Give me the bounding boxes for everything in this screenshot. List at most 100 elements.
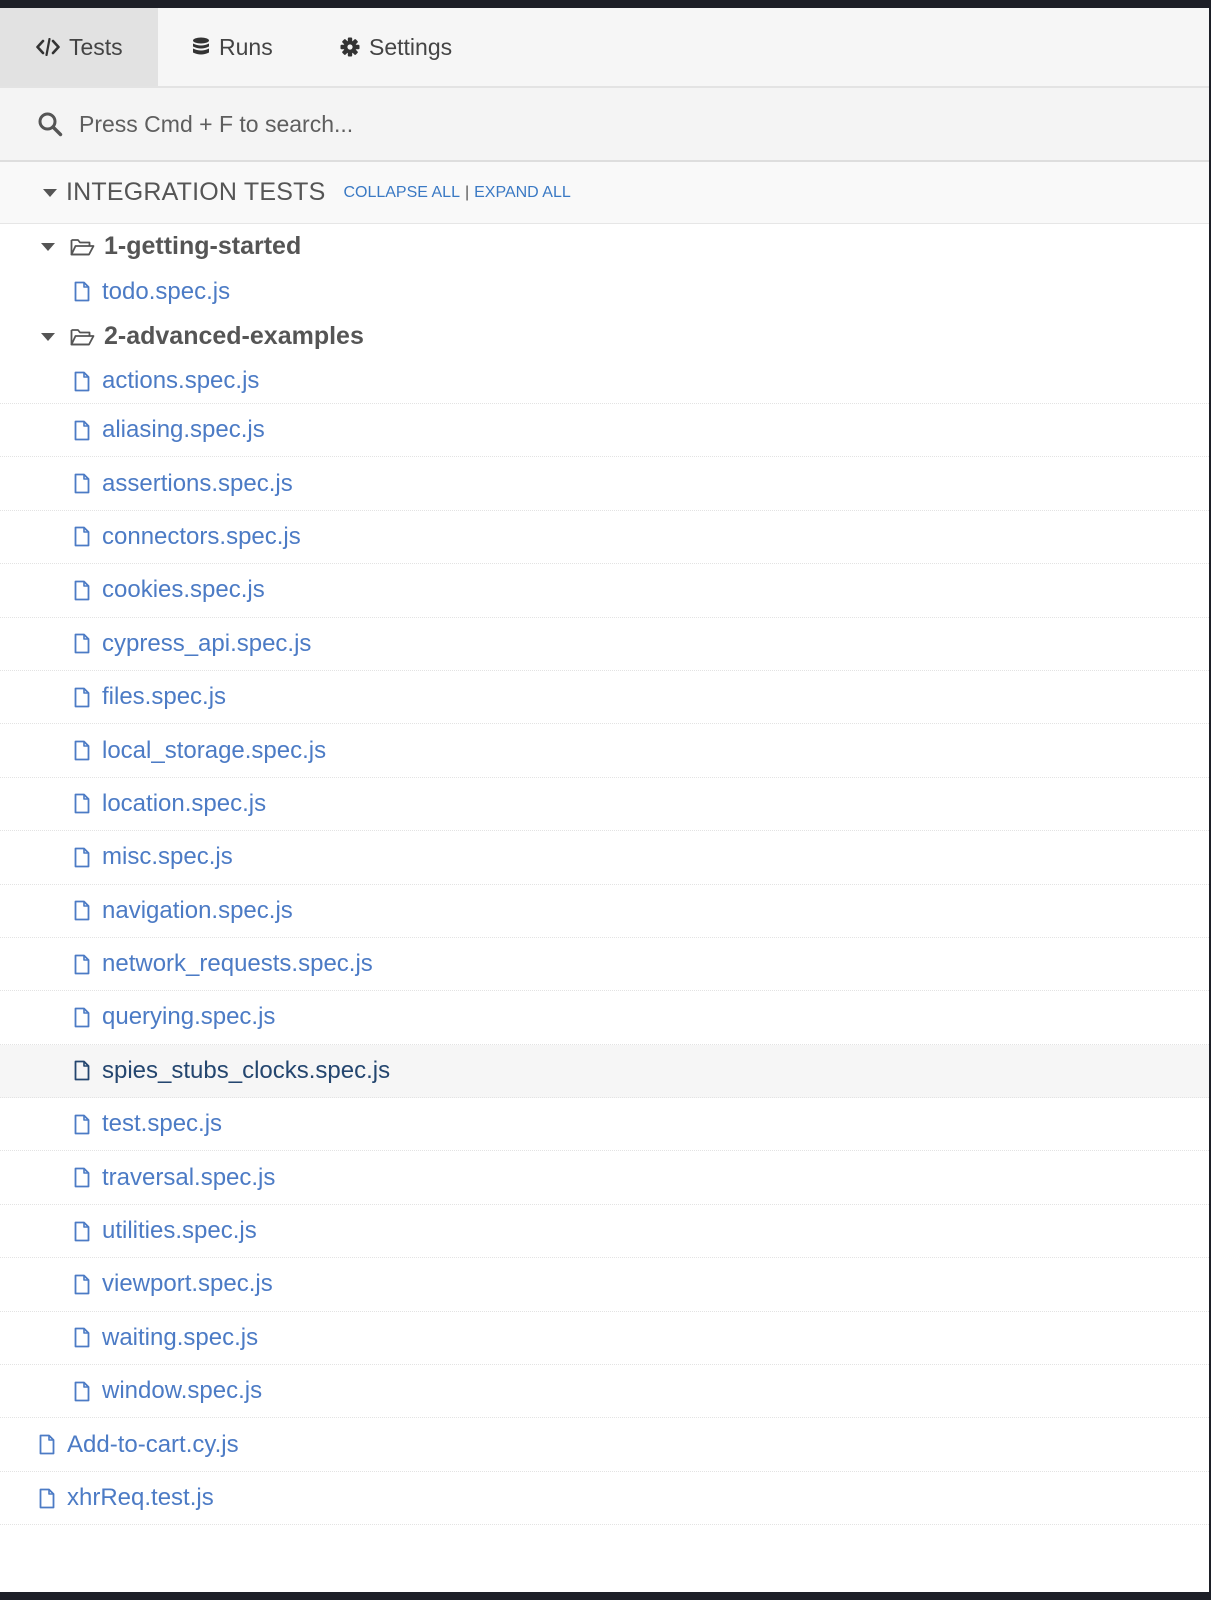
spec-file-row[interactable]: xhrReq.test.js [0,1472,1209,1526]
spec-file-row[interactable]: misc.spec.js [0,831,1209,885]
search-icon [37,111,63,137]
file-icon [74,847,90,868]
file-icon [74,1114,90,1135]
spec-file-row[interactable]: assertions.spec.js [0,457,1209,511]
file-icon [39,1488,55,1509]
caret-down-icon[interactable] [41,242,55,251]
spec-file-row[interactable]: Add-to-cart.cy.js [0,1418,1209,1472]
spec-file-name: querying.spec.js [102,1003,276,1031]
file-icon [74,740,90,761]
spec-file-row[interactable]: files.spec.js [0,671,1209,725]
spec-file-row[interactable]: viewport.spec.js [0,1258,1209,1312]
database-icon [192,37,210,57]
file-icon [74,371,90,392]
spec-file-name: waiting.spec.js [102,1323,259,1351]
window-top-edge [0,0,1211,8]
caret-down-icon[interactable] [41,332,55,341]
tab-tests-label: Tests [69,33,123,60]
file-icon [74,420,90,441]
file-icon [74,1007,90,1028]
spec-file-name: location.spec.js [102,789,267,817]
spec-file-name: local_storage.spec.js [102,736,327,764]
tab-tests[interactable]: Tests [0,8,158,86]
code-icon [36,38,60,56]
file-icon [74,1274,90,1295]
spec-file-name: traversal.spec.js [102,1163,276,1191]
link-separator: | [464,183,470,201]
spec-file-name: network_requests.spec.js [102,950,373,978]
folder-open-icon [70,328,95,346]
spec-file-name: xhrReq.test.js [67,1484,214,1511]
file-icon [74,954,90,975]
spec-file-row[interactable]: network_requests.spec.js [0,938,1209,992]
section-header: INTEGRATION TESTS COLLAPSE ALL | EXPAND … [0,162,1209,224]
spec-file-row[interactable]: spies_stubs_clocks.spec.js [0,1044,1209,1099]
spec-file-name: Add-to-cart.cy.js [67,1430,239,1458]
file-icon [74,1167,90,1188]
top-nav: Tests Runs Settings [0,8,1209,88]
file-icon [74,900,90,921]
section-title: INTEGRATION TESTS [66,178,326,206]
spec-file-name: misc.spec.js [102,843,233,871]
file-icon [39,1434,55,1455]
folder-name: 1-getting-started [104,232,302,260]
spec-file-row[interactable]: querying.spec.js [0,991,1209,1045]
spec-file-row[interactable]: utilities.spec.js [0,1205,1209,1259]
tab-runs[interactable]: Runs [158,8,308,86]
spec-file-row[interactable]: aliasing.spec.js [0,404,1209,458]
spec-file-name: cookies.spec.js [102,576,265,604]
section-collapse-caret-icon[interactable] [43,188,57,197]
spec-file-row[interactable]: connectors.spec.js [0,511,1209,565]
spec-file-name: window.spec.js [102,1377,263,1405]
spec-file-row[interactable]: waiting.spec.js [0,1312,1209,1366]
spec-file-name: utilities.spec.js [102,1217,257,1245]
file-icon [74,580,90,601]
spec-file-row[interactable]: todo.spec.js [0,269,1209,314]
spec-file-name: aliasing.spec.js [102,416,265,444]
folder-open-icon [70,238,95,256]
search-input[interactable] [79,110,979,138]
spec-file-name: test.spec.js [102,1110,223,1138]
tab-runs-label: Runs [219,33,273,60]
file-icon [74,793,90,814]
spec-file-name: connectors.spec.js [102,522,301,550]
file-icon [74,1060,90,1081]
spec-file-row[interactable]: actions.spec.js [0,359,1209,404]
spec-file-row[interactable]: test.spec.js [0,1098,1209,1152]
file-icon [74,633,90,654]
file-icon [74,687,90,708]
section-links: COLLAPSE ALL | EXPAND ALL [343,184,570,202]
spec-file-name: navigation.spec.js [102,896,293,924]
search-bar [0,88,1209,162]
file-icon [74,1221,90,1242]
window-bottom-edge [0,1592,1211,1600]
spec-file-name: files.spec.js [102,683,227,711]
spec-file-row[interactable]: local_storage.spec.js [0,724,1209,778]
spec-file-row[interactable]: window.spec.js [0,1365,1209,1419]
file-icon [74,1381,90,1402]
spec-file-row[interactable]: cypress_api.spec.js [0,618,1209,671]
spec-file-name: actions.spec.js [102,367,260,394]
file-icon [74,1327,90,1348]
folder-row[interactable]: 1-getting-started [0,224,1209,269]
spec-file-name: cypress_api.spec.js [102,629,312,657]
file-icon [74,526,90,547]
gear-icon [340,37,360,57]
folder-row[interactable]: 2-advanced-examples [0,314,1209,359]
collapse-all-link[interactable]: COLLAPSE ALL [343,184,460,202]
spec-file-name: todo.spec.js [102,277,231,305]
expand-all-link[interactable]: EXPAND ALL [474,184,571,202]
file-icon [74,281,90,302]
spec-file-tree: 1-getting-started todo.spec.js 2-advanced-… [0,224,1209,1526]
spec-file-name: assertions.spec.js [102,469,293,497]
tab-settings-label: Settings [369,33,453,60]
spec-file-name: viewport.spec.js [102,1270,273,1298]
spec-file-name: spies_stubs_clocks.spec.js [102,1056,391,1084]
spec-file-row[interactable]: traversal.spec.js [0,1151,1209,1205]
folder-name: 2-advanced-examples [104,322,364,350]
spec-file-row[interactable]: navigation.spec.js [0,885,1209,938]
spec-file-row[interactable]: cookies.spec.js [0,564,1209,618]
spec-file-row[interactable]: location.spec.js [0,778,1209,832]
tab-settings[interactable]: Settings [308,8,452,86]
file-icon [74,473,90,494]
